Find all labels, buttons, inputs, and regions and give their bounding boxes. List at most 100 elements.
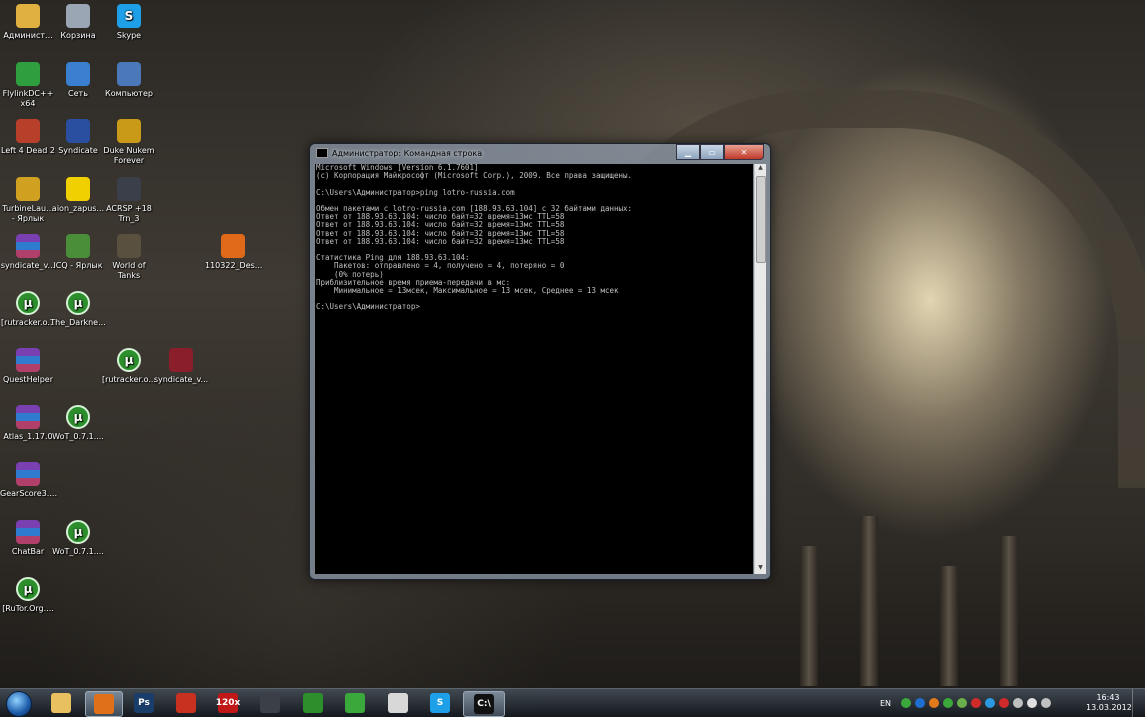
show-desktop-button[interactable] <box>1132 689 1145 717</box>
taskbar-button-notepad[interactable] <box>380 691 416 715</box>
desktop-icon[interactable]: Left 4 Dead 2 <box>0 119 56 156</box>
notepad-icon <box>388 693 408 713</box>
language-indicator[interactable]: EN <box>880 699 891 708</box>
taskbar-button-firefox[interactable] <box>85 691 123 717</box>
desktop-icon[interactable]: Админист... <box>0 4 56 41</box>
aion-icon <box>66 177 90 201</box>
desktop-icon-label: WoT_0.7.1.... <box>52 547 104 556</box>
tray-icon[interactable] <box>985 698 996 708</box>
taskbar-button-photoshop[interactable]: Ps <box>126 691 162 715</box>
scroll-down-icon[interactable]: ▼ <box>755 564 766 574</box>
tray-icon[interactable] <box>915 698 926 708</box>
minimize-icon: ▁ <box>684 147 692 157</box>
console-output[interactable]: Microsoft Windows [Version 6.1.7601] (c) … <box>315 164 753 574</box>
utorrent-icon: µ <box>16 577 40 601</box>
tray-icon[interactable] <box>901 698 912 708</box>
taskbar-button-opera[interactable] <box>168 691 204 715</box>
desktop-icon[interactable]: Atlas_1.17.0 <box>0 405 56 442</box>
desktop-icon[interactable]: µ [rutracker.o... <box>0 291 56 328</box>
launcher-icon <box>16 177 40 201</box>
cmd-title: Администратор: Командная строка <box>332 148 483 158</box>
taskbar-button-icq[interactable] <box>337 691 373 715</box>
scroll-up-icon[interactable]: ▲ <box>755 164 766 174</box>
console-line: C:\Users\Администратор> <box>316 302 420 312</box>
desktop-icon[interactable]: TurbineLau... - Ярлык <box>0 177 56 224</box>
desktop-icon[interactable]: aion_zapus... <box>50 177 106 214</box>
cmd-window[interactable]: Администратор: Командная строка ▁ ▭ ✕ Mi… <box>309 143 771 580</box>
desktop-icon[interactable]: FlylinkDC++ x64 <box>0 62 56 109</box>
desktop-icon-label: ChatBar <box>11 547 45 556</box>
vertical-scrollbar[interactable]: ▲ ▼ <box>754 164 766 574</box>
desktop-icon-label: [RuTor.Org.... <box>2 604 54 613</box>
game-icon <box>66 119 90 143</box>
desktop-icon-label: ICQ - Ярлык <box>53 261 103 270</box>
skype-icon: S <box>430 693 450 713</box>
desktop-icon[interactable]: µ WoT_0.7.1.... <box>50 520 106 557</box>
desktop-icon-label: World of Tanks <box>112 261 146 280</box>
tray-icon[interactable] <box>957 698 968 708</box>
tray-icon[interactable] <box>1041 698 1052 708</box>
start-button[interactable] <box>6 691 32 717</box>
folder-icon <box>51 693 71 713</box>
maximize-button[interactable]: ▭ <box>700 144 724 160</box>
clock[interactable]: 16:43 13.03.2012 <box>1086 693 1132 713</box>
cmd-titlebar[interactable]: Администратор: Командная строка ▁ ▭ ✕ <box>310 144 770 162</box>
daemon-icon <box>169 348 193 372</box>
cmd-icon: C:\ <box>474 694 494 714</box>
desktop-icon[interactable]: ACRSP +18 Trn_3 <box>101 177 157 224</box>
desktop-icon-label: Корзина <box>60 31 96 40</box>
browser-icon <box>176 693 196 713</box>
desktop-icon-label: Сеть <box>68 89 88 98</box>
desktop-icon-label: Left 4 Dead 2 <box>1 146 55 155</box>
desktop-icon[interactable]: Syndicate <box>50 119 106 156</box>
tray-icons <box>901 698 1055 708</box>
tray-icon[interactable] <box>1013 698 1024 708</box>
taskbar-button-steam[interactable] <box>252 691 288 715</box>
desktop-icon[interactable]: S Skype <box>101 4 157 41</box>
icq-icon <box>345 693 365 713</box>
taskbar-button-explorer[interactable] <box>43 691 79 715</box>
console-line: Ответ от 188.93.63.104: число байт=32 вр… <box>316 236 565 246</box>
desktop-icon-label: Skype <box>116 31 142 40</box>
pdf-icon <box>221 234 245 258</box>
scroll-thumb[interactable] <box>756 176 766 263</box>
desktop-icon[interactable]: World of Tanks <box>101 234 157 281</box>
desktop-icon[interactable]: syndicate_v... <box>153 348 209 385</box>
desktop-icon-label: syndicate_v... <box>0 261 56 270</box>
taskbar-button-cmd[interactable]: C:\ <box>463 691 505 717</box>
tray-icon[interactable] <box>943 698 954 708</box>
desktop-icon[interactable]: syndicate_v... <box>0 234 56 271</box>
utorrent-icon: µ <box>66 405 90 429</box>
desktop-icon-label: FlylinkDC++ x64 <box>2 89 54 108</box>
desktop-icon[interactable]: µ The_Darkne... <box>50 291 106 328</box>
desktop-icon[interactable]: ICQ - Ярлык <box>50 234 106 271</box>
photoshop-icon: Ps <box>134 693 154 713</box>
desktop-icon[interactable]: Сеть <box>50 62 106 99</box>
desktop-icon[interactable]: ChatBar <box>0 520 56 557</box>
desktop-icon[interactable]: Компьютер <box>101 62 157 99</box>
console-line: Минимальное = 13мсек, Максимальное = 13 … <box>316 286 619 295</box>
console-line: (c) Корпорация Майкрософт (Microsoft Cor… <box>316 171 633 181</box>
winrar-icon <box>16 348 40 372</box>
tray-icon[interactable] <box>999 698 1010 708</box>
desktop-icon[interactable]: QuestHelper <box>0 348 56 385</box>
desktop-icon[interactable]: Корзина <box>50 4 106 41</box>
close-button[interactable]: ✕ <box>724 144 764 160</box>
desktop-icon[interactable]: 110322_Des... <box>205 234 262 271</box>
taskbar-button-120x[interactable]: 120x <box>210 691 246 715</box>
taskbar-button-skype[interactable]: S <box>422 691 458 715</box>
taskbar-button-utorrent[interactable] <box>295 691 331 715</box>
desktop-icon[interactable]: Duke Nukem Forever <box>101 119 157 166</box>
desktop-icon[interactable]: µ [rutracker.o... <box>101 348 157 385</box>
desktop-icon[interactable]: GearScore3.... <box>0 462 57 499</box>
clock-time: 16:43 <box>1096 693 1120 702</box>
utorrent-icon <box>303 693 323 713</box>
tray-icon[interactable] <box>971 698 982 708</box>
minimize-button[interactable]: ▁ <box>676 144 700 160</box>
tray-icon[interactable] <box>1027 698 1038 708</box>
tray-icon[interactable] <box>929 698 940 708</box>
desktop-icon[interactable]: µ [RuTor.Org.... <box>0 577 56 614</box>
desktop-icon-label: syndicate_v... <box>153 375 209 384</box>
desktop-icon[interactable]: µ WoT_0.7.1.... <box>50 405 106 442</box>
shortcut-icon <box>66 234 90 258</box>
